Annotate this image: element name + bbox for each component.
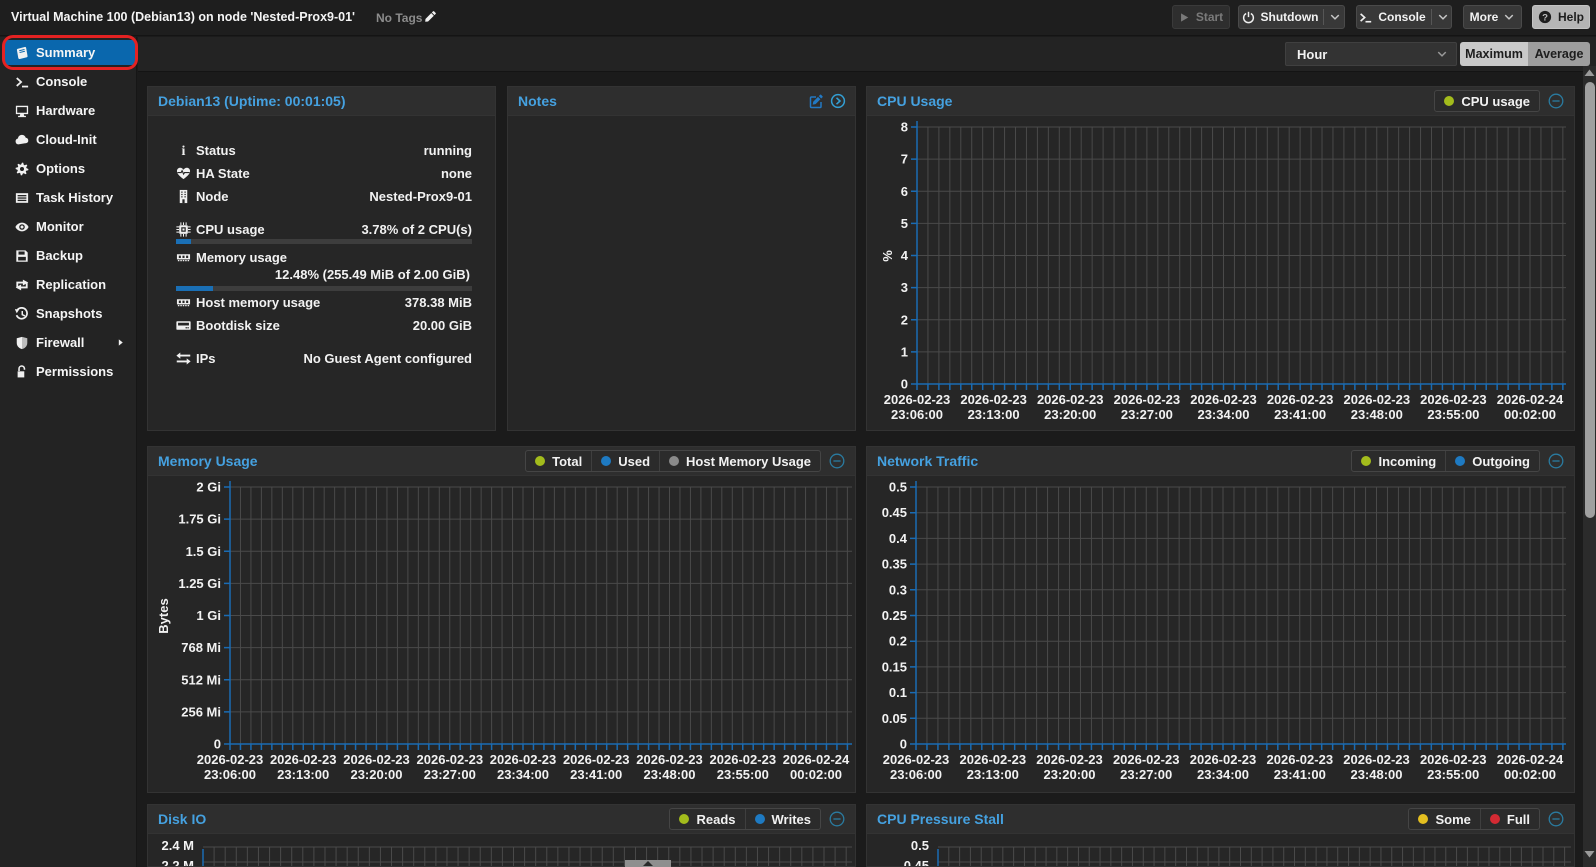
svg-text:1 Gi: 1 Gi [196,608,221,623]
svg-text:0: 0 [900,737,907,752]
svg-text:0: 0 [214,737,221,752]
svg-text:23:55:00: 23:55:00 [717,767,769,782]
svg-text:1: 1 [901,344,908,359]
svg-text:1.75 Gi: 1.75 Gi [178,512,221,527]
svg-text:23:13:00: 23:13:00 [277,767,329,782]
svg-text:Bytes: Bytes [156,598,171,633]
svg-text:2026-02-23: 2026-02-23 [1420,392,1487,407]
svg-text:23:06:00: 23:06:00 [890,767,942,782]
svg-text:2: 2 [901,312,908,327]
svg-text:2.2 M: 2.2 M [161,858,194,867]
svg-text:2026-02-23: 2026-02-23 [1036,752,1103,767]
svg-text:4: 4 [901,248,909,263]
svg-text:00:02:00: 00:02:00 [1504,407,1556,422]
svg-text:?: ? [1542,13,1548,24]
svg-text:23:55:00: 23:55:00 [1427,767,1479,782]
svg-text:23:55:00: 23:55:00 [1427,407,1479,422]
svg-text:23:27:00: 23:27:00 [1120,767,1172,782]
svg-text:23:48:00: 23:48:00 [1350,767,1402,782]
svg-text:2 Gi: 2 Gi [196,480,221,495]
svg-text:2026-02-23: 2026-02-23 [1190,752,1257,767]
svg-text:2026-02-23: 2026-02-23 [490,752,557,767]
svg-text:23:48:00: 23:48:00 [1351,407,1403,422]
svg-text:23:20:00: 23:20:00 [1044,407,1096,422]
svg-text:0.25: 0.25 [882,608,907,623]
svg-text:23:34:00: 23:34:00 [1197,407,1249,422]
svg-text:0.5: 0.5 [889,480,907,495]
svg-text:2026-02-23: 2026-02-23 [417,752,484,767]
svg-text:2026-02-23: 2026-02-23 [884,392,951,407]
svg-text:2026-02-23: 2026-02-23 [1267,392,1334,407]
svg-text:2026-02-24: 2026-02-24 [1497,392,1564,407]
svg-text:0.1: 0.1 [889,685,907,700]
svg-text:23:48:00: 23:48:00 [643,767,695,782]
svg-text:0.2: 0.2 [889,634,907,649]
svg-text:0.3: 0.3 [889,582,907,597]
svg-text:5: 5 [901,216,908,231]
svg-text:768 Mi: 768 Mi [181,640,221,655]
svg-text:2026-02-23: 2026-02-23 [960,752,1027,767]
svg-text:23:13:00: 23:13:00 [967,767,1019,782]
svg-text:0.05: 0.05 [882,711,907,726]
svg-text:2026-02-23: 2026-02-23 [1343,752,1410,767]
svg-text:2026-02-23: 2026-02-23 [343,752,410,767]
svg-text:2026-02-23: 2026-02-23 [1420,752,1487,767]
svg-text:23:41:00: 23:41:00 [1274,767,1326,782]
svg-text:23:20:00: 23:20:00 [350,767,402,782]
svg-text:8: 8 [901,120,908,135]
svg-text:0.15: 0.15 [882,659,907,674]
svg-text:0.45: 0.45 [904,858,929,867]
svg-text:2026-02-23: 2026-02-23 [710,752,777,767]
svg-text:00:02:00: 00:02:00 [790,767,842,782]
svg-text:23:27:00: 23:27:00 [424,767,476,782]
svg-text:23:06:00: 23:06:00 [204,767,256,782]
svg-text:23:34:00: 23:34:00 [1197,767,1249,782]
svg-text:2026-02-23: 2026-02-23 [883,752,950,767]
svg-text:2026-02-23: 2026-02-23 [1113,752,1180,767]
svg-text:i: i [182,143,186,158]
svg-text:23:06:00: 23:06:00 [891,407,943,422]
svg-text:2026-02-23: 2026-02-23 [1267,752,1334,767]
svg-text:2026-02-24: 2026-02-24 [783,752,850,767]
svg-text:23:20:00: 23:20:00 [1043,767,1095,782]
svg-text:00:02:00: 00:02:00 [1504,767,1556,782]
svg-text:0.4: 0.4 [889,531,908,546]
svg-text:1.5 Gi: 1.5 Gi [186,544,221,559]
svg-text:512 Mi: 512 Mi [181,672,221,687]
svg-text:2026-02-24: 2026-02-24 [1497,752,1564,767]
svg-text:23:34:00: 23:34:00 [497,767,549,782]
svg-text:2026-02-23: 2026-02-23 [1114,392,1181,407]
svg-text:6: 6 [901,184,908,199]
svg-text:2026-02-23: 2026-02-23 [197,752,264,767]
svg-text:23:13:00: 23:13:00 [968,407,1020,422]
svg-text:2026-02-23: 2026-02-23 [636,752,703,767]
svg-text:2.4 M: 2.4 M [161,838,194,853]
svg-text:2026-02-23: 2026-02-23 [563,752,630,767]
svg-text:23:27:00: 23:27:00 [1121,407,1173,422]
svg-text:%: % [880,250,895,262]
svg-text:1.25 Gi: 1.25 Gi [178,576,221,591]
svg-text:2026-02-23: 2026-02-23 [1037,392,1104,407]
svg-text:2026-02-23: 2026-02-23 [270,752,337,767]
svg-text:0.45: 0.45 [882,505,907,520]
svg-text:3: 3 [901,280,908,295]
svg-text:23:41:00: 23:41:00 [1274,407,1326,422]
svg-text:7: 7 [901,152,908,167]
svg-text:2026-02-23: 2026-02-23 [960,392,1027,407]
svg-text:0.5: 0.5 [911,838,929,853]
svg-text:0: 0 [901,377,908,392]
svg-text:23:41:00: 23:41:00 [570,767,622,782]
svg-text:256 Mi: 256 Mi [181,704,221,719]
svg-text:0.35: 0.35 [882,557,907,572]
svg-text:2026-02-23: 2026-02-23 [1344,392,1411,407]
svg-text:2026-02-23: 2026-02-23 [1190,392,1257,407]
